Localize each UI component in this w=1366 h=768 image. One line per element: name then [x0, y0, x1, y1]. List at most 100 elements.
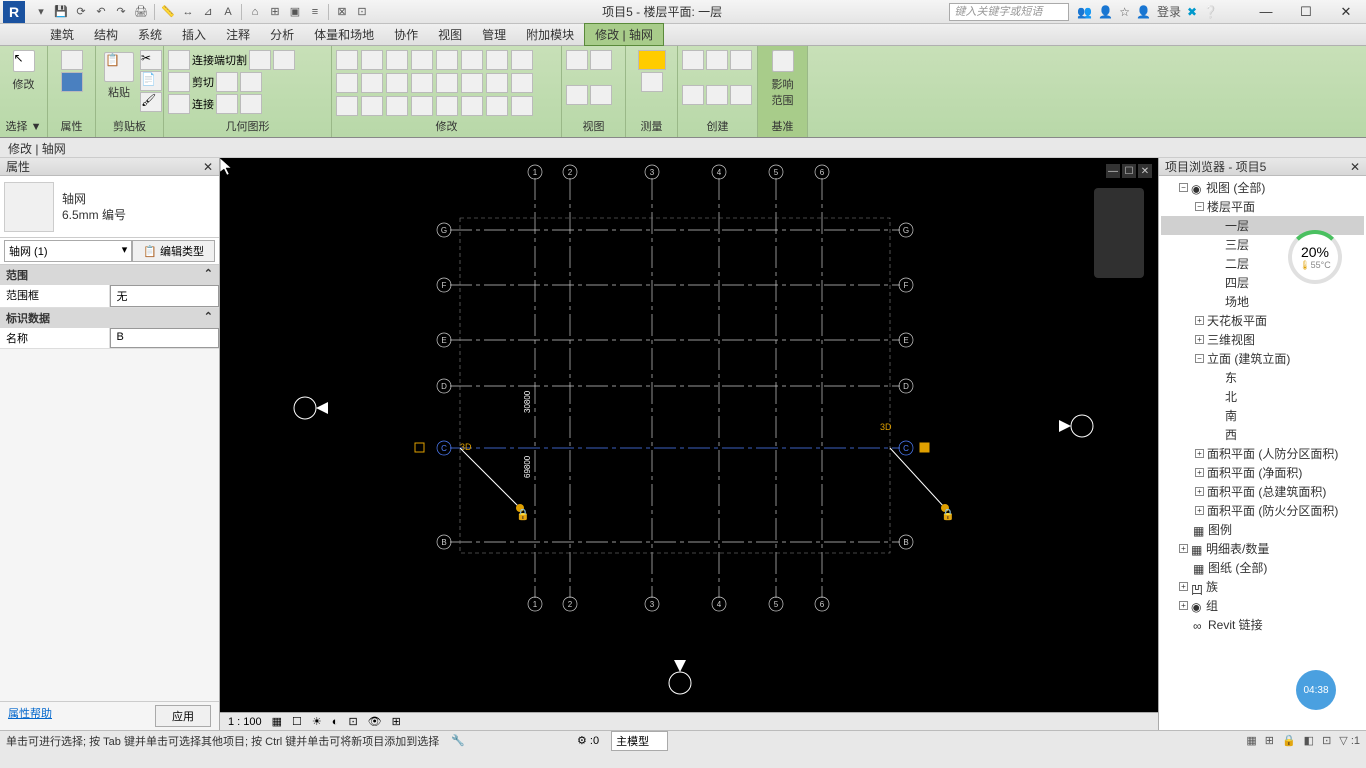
tree-node[interactable]: +凹族 — [1161, 577, 1364, 596]
tree-node[interactable]: +◉组 — [1161, 596, 1364, 615]
cope-icon[interactable] — [168, 50, 190, 70]
join-icon[interactable] — [168, 94, 190, 114]
qat-sync-icon[interactable]: ⟳ — [72, 3, 90, 21]
geo-b2[interactable] — [240, 72, 262, 92]
mod-move-icon[interactable] — [336, 50, 358, 70]
cut-geom-button[interactable]: 剪切 — [192, 74, 214, 90]
qat-switch-icon[interactable]: ⊡ — [353, 3, 371, 21]
menu-tab-11[interactable]: 修改 | 轴网 — [584, 23, 664, 46]
view-close-icon[interactable]: ✕ — [1138, 164, 1152, 178]
tree-toggle-icon[interactable]: − — [1195, 202, 1204, 211]
sun-icon[interactable]: ☀ — [312, 715, 322, 728]
favorite-icon[interactable]: ☆ — [1119, 5, 1130, 19]
mod-trim-icon[interactable] — [386, 73, 408, 93]
qat-save-icon[interactable]: 💾 — [52, 3, 70, 21]
crop-icon[interactable]: ⊡ — [348, 715, 357, 728]
search-input[interactable]: 键入关键字或短语 — [949, 3, 1069, 21]
worksets-icon[interactable]: ⚙ :0 — [577, 734, 599, 747]
sb-i3[interactable]: 🔒 — [1282, 734, 1296, 747]
scale-display[interactable]: 1 : 100 — [228, 716, 262, 728]
view-max-icon[interactable]: ☐ — [1122, 164, 1136, 178]
mod-m5[interactable] — [511, 50, 533, 70]
signin-icon[interactable]: 👤 — [1136, 5, 1151, 19]
props-icon-1[interactable] — [61, 50, 83, 70]
qat-undo-icon[interactable]: ↶ — [92, 3, 110, 21]
minimize-button[interactable]: — — [1246, 1, 1286, 23]
user-icon[interactable]: 👤 — [1098, 5, 1113, 19]
menu-tab-2[interactable]: 系统 — [128, 24, 172, 45]
mod-rotate-icon[interactable] — [361, 73, 383, 93]
view-b[interactable] — [590, 50, 612, 70]
geo-c1[interactable] — [216, 94, 238, 114]
tree-node[interactable]: +三维视图 — [1161, 330, 1364, 349]
geo-b1[interactable] — [216, 72, 238, 92]
sb-i2[interactable]: ⊞ — [1265, 734, 1274, 747]
modify-tool-icon[interactable]: ↖ — [13, 50, 35, 72]
qat-close-icon[interactable]: ⊠ — [333, 3, 351, 21]
menu-tab-3[interactable]: 插入 — [172, 24, 216, 45]
tree-node[interactable]: 场地 — [1161, 292, 1364, 311]
hide-icon[interactable]: 👁 — [368, 715, 382, 728]
menu-tab-4[interactable]: 注释 — [216, 24, 260, 45]
qat-measure-icon[interactable]: 📏 — [159, 3, 177, 21]
qat-section-icon[interactable]: ⊞ — [266, 3, 284, 21]
mod-m2[interactable] — [436, 50, 458, 70]
mod-n3[interactable] — [461, 73, 483, 93]
tree-toggle-icon[interactable]: + — [1179, 544, 1188, 553]
measure-b[interactable] — [641, 72, 663, 92]
paste-button[interactable]: 📋 粘贴 — [100, 50, 138, 102]
tree-node[interactable]: 东 — [1161, 368, 1364, 387]
cope-button[interactable]: 连接端切割 — [192, 52, 247, 68]
temperature-widget[interactable]: 20% 🌡55°C — [1288, 230, 1342, 284]
menu-tab-7[interactable]: 协作 — [384, 24, 428, 45]
tree-node[interactable]: +面积平面 (净面积) — [1161, 463, 1364, 482]
geo-a1[interactable] — [249, 50, 271, 70]
help-icon[interactable]: ❔ — [1203, 5, 1218, 19]
tree-node[interactable]: +▦明细表/数量 — [1161, 539, 1364, 558]
instance-dropdown[interactable]: 轴网 (1) ▾ — [4, 240, 132, 262]
type-selector[interactable]: 轴网 6.5mm 编号 — [0, 176, 219, 238]
datum-extent-icon[interactable] — [772, 50, 794, 72]
qat-align-icon[interactable]: ⊿ — [199, 3, 217, 21]
tree-node[interactable]: −楼层平面 — [1161, 197, 1364, 216]
view-a[interactable] — [566, 50, 588, 70]
login-button[interactable]: 登录 — [1157, 3, 1181, 20]
geo-a2[interactable] — [273, 50, 295, 70]
prop-value[interactable]: 无 — [110, 285, 220, 307]
mod-m4[interactable] — [486, 50, 508, 70]
mod-n2[interactable] — [436, 73, 458, 93]
tree-node[interactable]: ∞Revit 链接 — [1161, 615, 1364, 634]
mod-o3[interactable] — [461, 96, 483, 116]
mod-copy-icon[interactable] — [336, 73, 358, 93]
tree-toggle-icon[interactable]: − — [1195, 354, 1204, 363]
mod-o5[interactable] — [511, 96, 533, 116]
geo-c2[interactable] — [240, 94, 262, 114]
view-min-icon[interactable]: — — [1106, 164, 1120, 178]
tree-toggle-icon[interactable]: + — [1179, 601, 1188, 610]
menu-tab-6[interactable]: 体量和场地 — [304, 24, 384, 45]
mod-array-icon[interactable] — [336, 96, 358, 116]
tree-toggle-icon[interactable]: + — [1195, 316, 1204, 325]
qat-redo-icon[interactable]: ↷ — [112, 3, 130, 21]
tree-toggle-icon[interactable]: + — [1195, 335, 1204, 344]
qat-thin-icon[interactable]: ≡ — [306, 3, 324, 21]
mod-mirror-icon[interactable] — [386, 50, 408, 70]
reveal-icon[interactable]: ⊞ — [392, 715, 401, 728]
tree-toggle-icon[interactable]: − — [1179, 183, 1188, 192]
cut-icon[interactable]: ✂ — [140, 50, 162, 70]
tree-node[interactable]: 一层 — [1161, 216, 1364, 235]
mod-scale-icon[interactable] — [361, 96, 383, 116]
tree-toggle-icon[interactable]: + — [1195, 487, 1204, 496]
view-d[interactable] — [590, 85, 612, 105]
qat-3d-icon[interactable]: ⌂ — [246, 3, 264, 21]
time-widget[interactable]: 04:38 — [1296, 670, 1336, 710]
mod-offset-icon[interactable] — [361, 50, 383, 70]
create-e[interactable] — [706, 85, 728, 105]
sb-i4[interactable]: ◧ — [1304, 734, 1314, 747]
mod-n4[interactable] — [486, 73, 508, 93]
infocenter-icon[interactable]: 👥 — [1077, 5, 1092, 19]
mod-m1[interactable] — [411, 50, 433, 70]
tree-toggle-icon[interactable]: + — [1179, 582, 1188, 591]
menu-tab-8[interactable]: 视图 — [428, 24, 472, 45]
sb-i1[interactable]: ▦ — [1246, 734, 1256, 747]
